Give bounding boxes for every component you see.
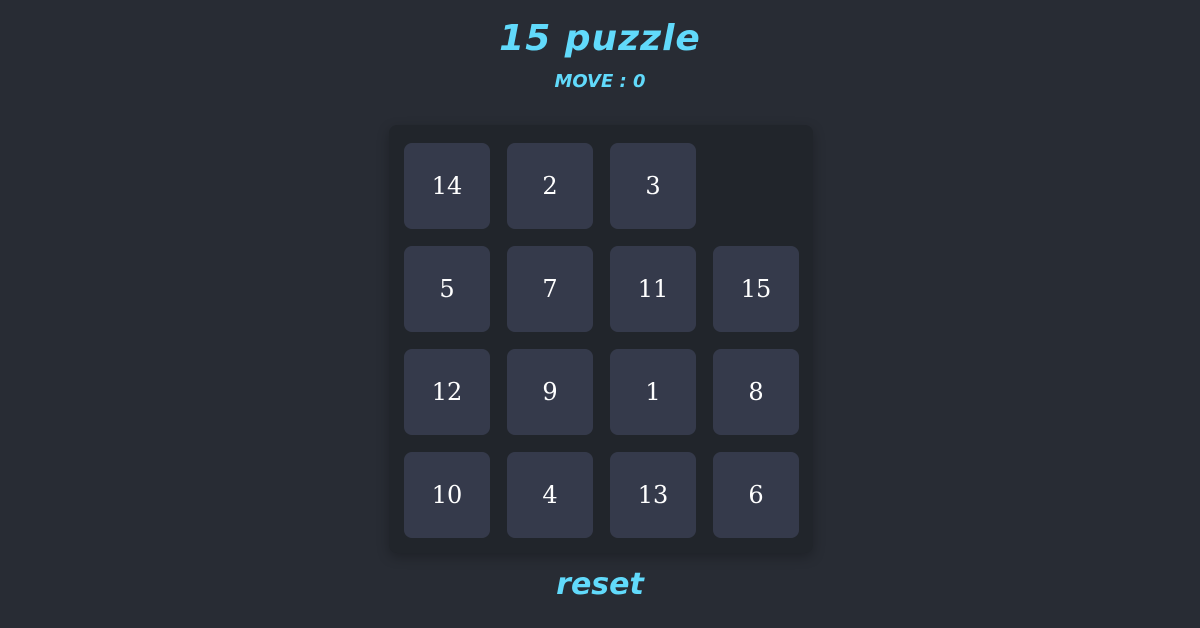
tile-15[interactable]: 15 (713, 246, 799, 332)
tile-12[interactable]: 12 (404, 349, 490, 435)
tile-13[interactable]: 13 (610, 452, 696, 538)
tile-4[interactable]: 4 (507, 452, 593, 538)
puzzle-board: 14 2 3 5 7 11 15 12 9 1 8 10 4 13 6 (389, 125, 813, 553)
empty-slot (713, 143, 799, 229)
tile-14[interactable]: 14 (404, 143, 490, 229)
tile-6[interactable]: 6 (713, 452, 799, 538)
tile-11[interactable]: 11 (610, 246, 696, 332)
tile-7[interactable]: 7 (507, 246, 593, 332)
tile-1[interactable]: 1 (610, 349, 696, 435)
game-title: 15 puzzle (499, 18, 701, 59)
tile-10[interactable]: 10 (404, 452, 490, 538)
tile-2[interactable]: 2 (507, 143, 593, 229)
tile-3[interactable]: 3 (610, 143, 696, 229)
tile-5[interactable]: 5 (404, 246, 490, 332)
reset-button[interactable]: reset (556, 567, 644, 602)
tile-8[interactable]: 8 (713, 349, 799, 435)
move-counter: MOVE : 0 (554, 71, 646, 92)
tile-9[interactable]: 9 (507, 349, 593, 435)
reset-button-container: reset (0, 564, 1200, 606)
